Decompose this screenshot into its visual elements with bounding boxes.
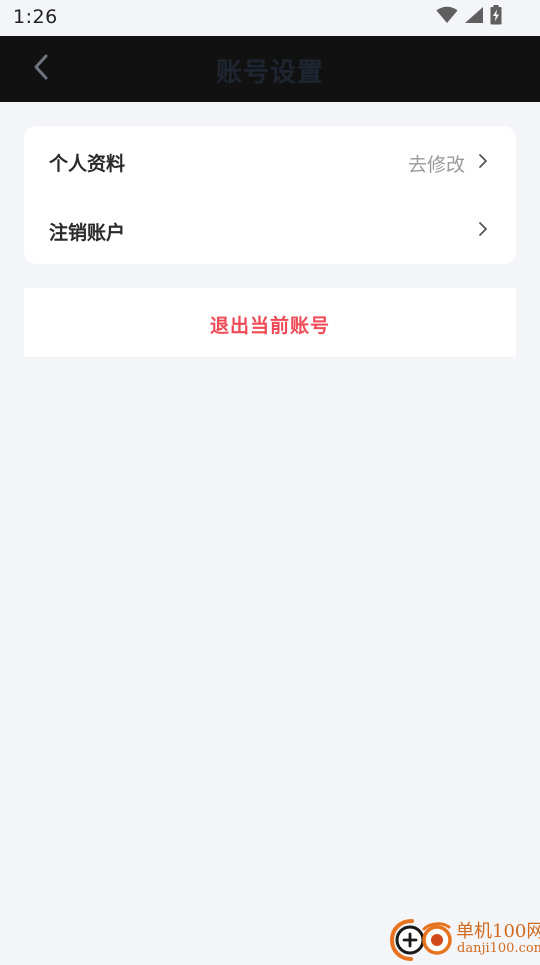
- chevron-right-icon: [476, 152, 490, 170]
- watermark-logo-icon: [389, 917, 456, 961]
- settings-item-delete-account[interactable]: 注销账户: [24, 195, 516, 264]
- signal-icon: [464, 6, 484, 28]
- watermark-domain: danji100.com: [457, 941, 540, 956]
- wifi-icon: [436, 6, 458, 28]
- nav-bar: 账号设置: [0, 36, 540, 102]
- status-icons: [436, 5, 502, 29]
- settings-item-label: 个人资料: [49, 153, 126, 175]
- status-bar: 1:26: [0, 0, 540, 36]
- watermark: 单机100网 danji100.com: [389, 915, 540, 961]
- status-time: 1:26: [13, 6, 58, 28]
- settings-item-profile[interactable]: 个人资料 去修改: [24, 126, 516, 195]
- watermark-name: 单机100网: [456, 921, 540, 942]
- logout-label: 退出当前账号: [209, 315, 330, 337]
- settings-item-value: 去修改: [407, 154, 465, 176]
- logout-button[interactable]: 退出当前账号: [24, 288, 516, 357]
- settings-item-label: 注销账户: [49, 222, 126, 244]
- settings-card: 个人资料 去修改 注销账户: [24, 126, 516, 264]
- page-title: 账号设置: [215, 58, 324, 88]
- battery-charging-icon: [490, 5, 502, 29]
- chevron-right-icon: [476, 220, 490, 238]
